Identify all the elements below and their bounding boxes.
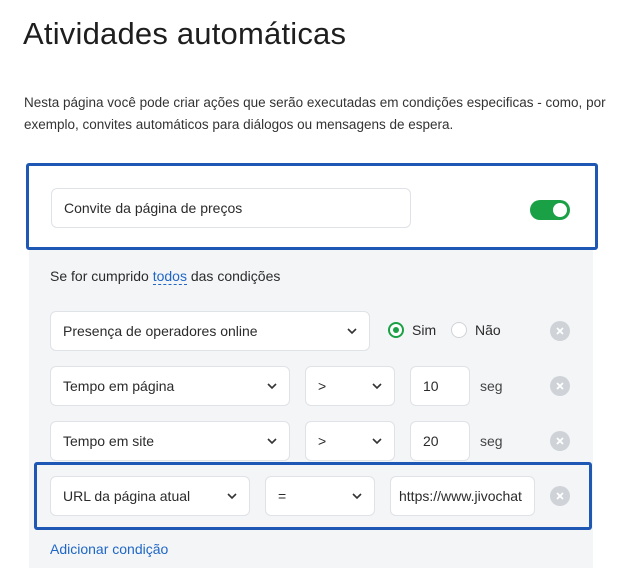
radio-nao[interactable]: Não bbox=[451, 322, 501, 338]
conditions-prefix: Se for cumprido bbox=[50, 268, 149, 284]
condition-operator-label: = bbox=[278, 488, 287, 504]
radio-on-icon bbox=[388, 322, 404, 338]
close-icon bbox=[556, 327, 564, 335]
condition-operator-label: > bbox=[318, 433, 327, 449]
condition-operator-select[interactable]: > bbox=[305, 421, 395, 461]
condition-value-input[interactable]: 10 bbox=[410, 366, 470, 406]
condition-operator-label: > bbox=[318, 378, 327, 394]
chevron-down-icon bbox=[352, 493, 362, 500]
condition-operator-select[interactable]: = bbox=[265, 476, 375, 516]
radio-off-icon bbox=[451, 322, 467, 338]
condition-field-label: Tempo em página bbox=[63, 378, 175, 394]
close-icon bbox=[556, 437, 564, 445]
remove-condition-button[interactable] bbox=[550, 486, 570, 506]
close-icon bbox=[556, 492, 564, 500]
remove-condition-button[interactable] bbox=[550, 376, 570, 396]
conditions-suffix: das condições bbox=[190, 268, 281, 284]
close-icon bbox=[556, 382, 564, 390]
radio-sim-label: Sim bbox=[412, 322, 437, 338]
rule-header-card: Convite da página de preços bbox=[26, 163, 598, 250]
radio-nao-label: Não bbox=[475, 322, 501, 338]
condition-field-select[interactable]: Tempo em página bbox=[50, 366, 290, 406]
condition-value-input[interactable]: 20 bbox=[410, 421, 470, 461]
chevron-down-icon bbox=[267, 438, 277, 445]
radio-sim[interactable]: Sim bbox=[388, 322, 436, 338]
conditions-mode-line: Se for cumprido todos das condições bbox=[50, 268, 281, 285]
condition-field-select[interactable]: URL da página atual bbox=[50, 476, 250, 516]
condition-unit-label: seg bbox=[480, 378, 503, 394]
url-value-input[interactable]: https://www.jivochat bbox=[390, 476, 535, 516]
condition-field-label: Tempo em site bbox=[63, 433, 155, 449]
remove-condition-button[interactable] bbox=[550, 431, 570, 451]
chevron-down-icon bbox=[347, 328, 357, 335]
chevron-down-icon bbox=[267, 383, 277, 390]
conditions-mode-link[interactable]: todos bbox=[152, 268, 187, 285]
chevron-down-icon bbox=[372, 438, 382, 445]
condition-field-select[interactable]: Presença de operadores online bbox=[50, 311, 370, 351]
rule-name-input[interactable]: Convite da página de preços bbox=[51, 188, 411, 228]
toggle-knob bbox=[553, 203, 567, 217]
condition-unit-label: seg bbox=[480, 433, 503, 449]
condition-field-label: URL da página atual bbox=[63, 488, 191, 504]
remove-condition-button[interactable] bbox=[550, 321, 570, 341]
add-condition-link[interactable]: Adicionar condição bbox=[50, 541, 168, 557]
page-description: Nesta página você pode criar ações que s… bbox=[24, 95, 606, 132]
chevron-down-icon bbox=[227, 493, 237, 500]
condition-field-label: Presença de operadores online bbox=[63, 323, 258, 339]
condition-field-select[interactable]: Tempo em site bbox=[50, 421, 290, 461]
chevron-down-icon bbox=[372, 383, 382, 390]
rule-enabled-toggle[interactable] bbox=[530, 200, 570, 220]
page-title: Atividades automáticas bbox=[23, 16, 347, 51]
condition-operator-select[interactable]: > bbox=[305, 366, 395, 406]
